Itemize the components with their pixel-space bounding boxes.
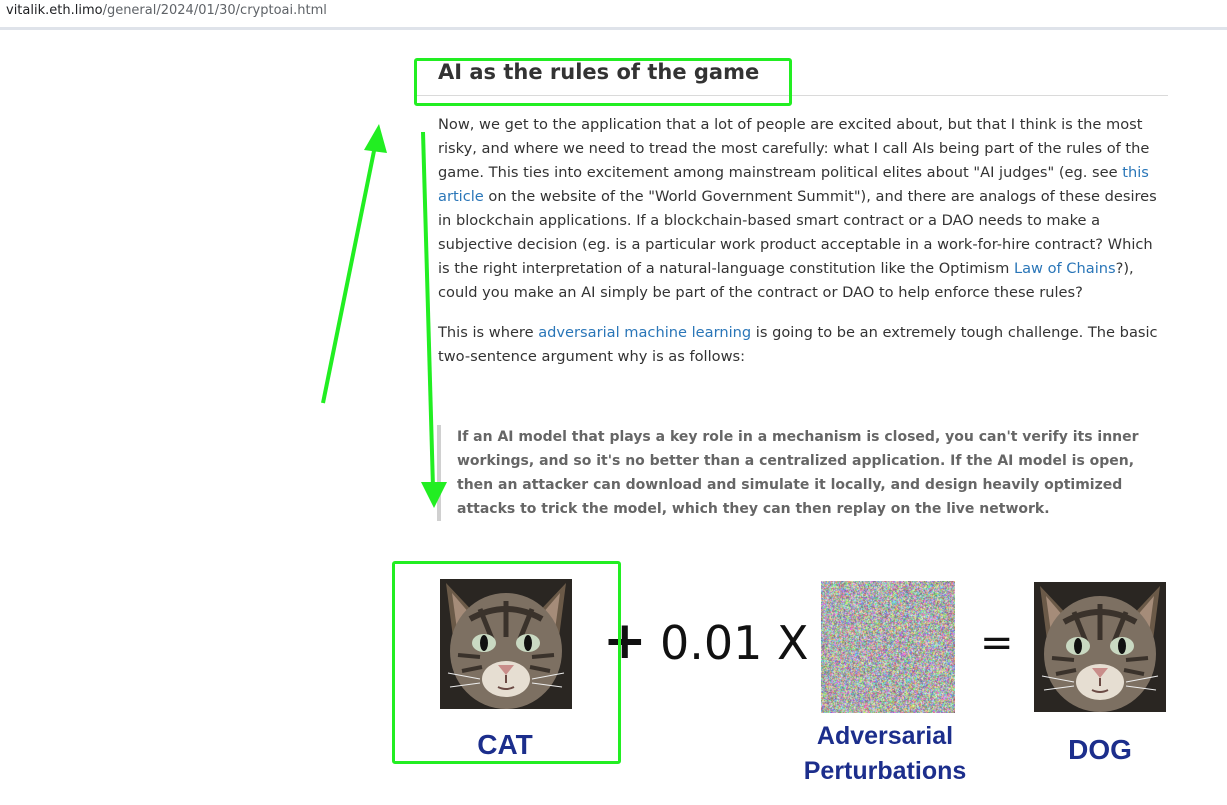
argument-blockquote: If an AI model that plays a key role in …	[437, 425, 1147, 521]
heading-highlight-box	[414, 58, 792, 106]
perturbed-cat-image	[1034, 582, 1166, 712]
equals-sign: =	[980, 620, 1014, 666]
address-bar[interactable]: vitalik.eth.limo/general/2024/01/30/cryp…	[0, 0, 1227, 30]
adversarial-caption: Adversarial Perturbations	[790, 719, 980, 789]
noise-canvas	[821, 581, 955, 713]
cat-highlight-box	[392, 561, 621, 764]
url-text[interactable]: vitalik.eth.limo/general/2024/01/30/cryp…	[6, 3, 327, 18]
url-path: /general/2024/01/30/cryptoai.html	[102, 3, 327, 18]
adversarial-caption-line2: Perturbations	[803, 757, 967, 785]
p2-text-1: This is where	[438, 324, 539, 341]
paragraph-adversarial: This is where adversarial machine learni…	[438, 321, 1168, 369]
epsilon-coefficient: 0.01 X	[660, 616, 809, 670]
paragraph-rules-of-game: Now, we get to the application that a lo…	[438, 113, 1168, 305]
dog-caption: DOG	[1068, 734, 1132, 765]
up-arrow	[321, 124, 387, 404]
url-host: vitalik.eth.limo	[6, 3, 103, 18]
address-bar-fade	[1027, 0, 1227, 27]
p1-text-1: Now, we get to the application that a lo…	[438, 116, 1150, 181]
adversarial-noise-image	[821, 581, 955, 713]
link-law-of-chains[interactable]: Law of Chains	[1014, 260, 1116, 277]
adversarial-caption-line1: Adversarial	[816, 722, 954, 750]
link-adversarial-ml[interactable]: adversarial machine learning	[538, 324, 751, 341]
